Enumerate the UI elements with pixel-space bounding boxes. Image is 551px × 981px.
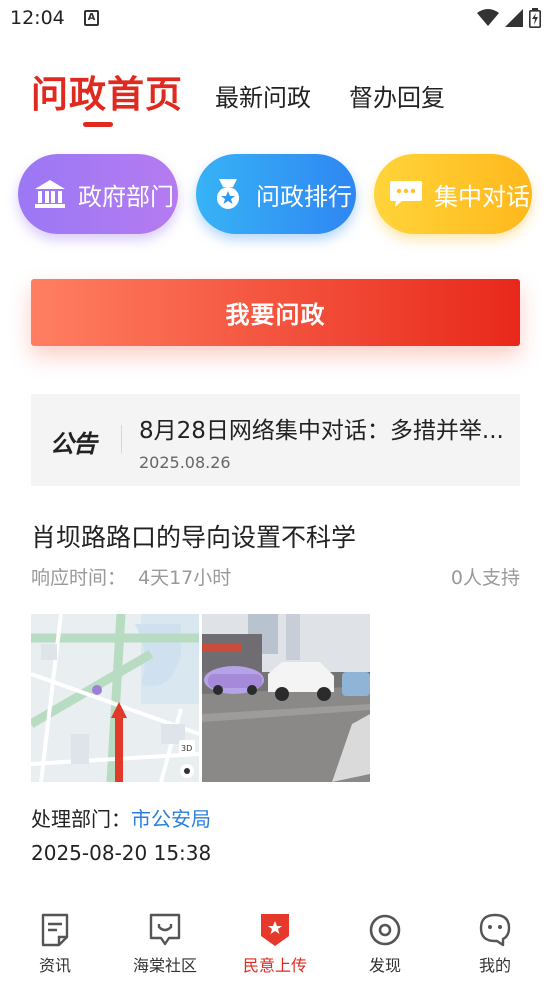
wifi-icon — [477, 9, 499, 26]
map-3d-badge: 3D — [181, 744, 192, 753]
group-dialogue-label: 集中对话 — [434, 182, 530, 211]
tab-latest[interactable]: 最新问政 — [215, 78, 311, 113]
nav-news[interactable]: 资讯 — [15, 912, 95, 976]
ranking-label: 问政排行 — [256, 182, 352, 211]
government-departments-button[interactable]: 政府部门 — [18, 154, 178, 234]
government-building-icon — [30, 174, 70, 214]
status-bar: 12:04 A — [0, 0, 551, 38]
post-title[interactable]: 肖坝路路口的导向设置不科学 — [31, 518, 356, 554]
notice-badge: 公告 — [50, 430, 97, 458]
response-time-value: 4天17小时 — [138, 567, 232, 589]
upload-shield-icon — [261, 914, 289, 946]
notification-a-icon: A — [84, 10, 99, 26]
group-dialogue-button[interactable]: 集中对话 — [374, 154, 532, 234]
handling-department: 处理部门：市公安局 — [31, 803, 211, 832]
nav-community[interactable]: 海棠社区 — [125, 912, 205, 976]
notice-title: 8月28日网络集中对话：多措并举... — [139, 418, 504, 444]
post-timestamp: 2025-08-20 15:38 — [31, 841, 212, 865]
status-time: 12:04 — [10, 7, 65, 29]
bottom-navigation: 资讯 海棠社区 民意上传 发现 我的 — [0, 900, 551, 981]
nav-upload-opinion[interactable]: 民意上传 — [235, 912, 315, 976]
nav-community-label: 海棠社区 — [132, 956, 197, 975]
battery-icon — [529, 8, 541, 28]
nav-upload-opinion-label: 民意上传 — [242, 956, 307, 975]
chat-bubble-icon — [386, 174, 426, 214]
nav-news-label: 资讯 — [38, 956, 71, 975]
government-departments-label: 政府部门 — [78, 182, 174, 211]
signal-icon — [505, 9, 523, 27]
response-time-label: 响应时间： — [31, 567, 127, 589]
department-link[interactable]: 市公安局 — [131, 807, 211, 831]
discover-icon — [369, 914, 401, 946]
map-image[interactable]: 3D — [31, 614, 199, 782]
nav-profile-label: 我的 — [478, 956, 511, 975]
notice-banner[interactable]: 公告 8月28日网络集中对话：多措并举... 2025.08.26 — [31, 394, 520, 486]
ranking-button[interactable]: 问政排行 — [196, 154, 356, 234]
profile-icon — [479, 913, 511, 947]
community-icon — [149, 913, 181, 946]
tab-supervise-reply[interactable]: 督办回复 — [349, 78, 445, 113]
status-icons — [477, 8, 541, 28]
notice-divider — [121, 425, 122, 453]
street-photo[interactable] — [202, 614, 370, 782]
nav-discover[interactable]: 发现 — [345, 912, 425, 976]
nav-profile[interactable]: 我的 — [455, 912, 535, 976]
tab-home[interactable]: 问政首页 — [31, 64, 183, 118]
notice-date: 2025.08.26 — [139, 453, 231, 472]
support-count: 0人支持 — [450, 567, 520, 589]
active-tab-indicator — [83, 122, 113, 127]
nav-discover-label: 发现 — [368, 956, 401, 975]
news-icon — [41, 913, 69, 947]
medal-icon — [208, 174, 248, 214]
department-label: 处理部门： — [31, 807, 131, 831]
ask-question-button[interactable]: 我要问政 — [31, 279, 520, 346]
